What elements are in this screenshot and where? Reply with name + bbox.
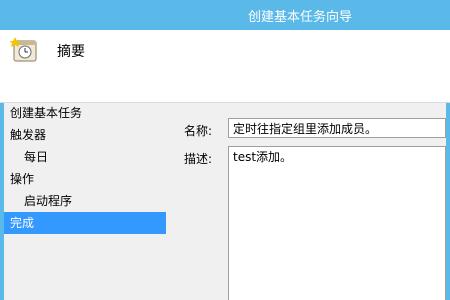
description-label: 描述: (184, 152, 213, 166)
step-action[interactable]: 操作 (4, 168, 166, 190)
description-field[interactable]: test添加。 (228, 146, 446, 300)
task-clock-icon (10, 37, 37, 62)
page-title: 摘要 (57, 44, 85, 60)
step-create-basic-task[interactable]: 创建基本任务 (4, 102, 166, 124)
step-finish[interactable]: 完成 (4, 212, 166, 234)
wizard-steps: 创建基本任务 触发器 每日 操作 启动程序 完成 (4, 102, 166, 234)
name-field[interactable]: 定时往指定组里添加成员。 (228, 118, 446, 138)
step-daily[interactable]: 每日 (4, 146, 166, 168)
window-title: 创建基本任务向导 (247, 10, 352, 25)
title-bar[interactable]: 创建基本任务向导 (0, 0, 450, 30)
step-start-program[interactable]: 启动程序 (4, 190, 166, 212)
summary-form: 名称: 定时往指定组里添加成员。 描述: test添加。 (170, 102, 446, 300)
name-label: 名称: (184, 124, 213, 138)
wizard-header: 摘要 (0, 30, 450, 103)
step-trigger[interactable]: 触发器 (4, 124, 166, 146)
